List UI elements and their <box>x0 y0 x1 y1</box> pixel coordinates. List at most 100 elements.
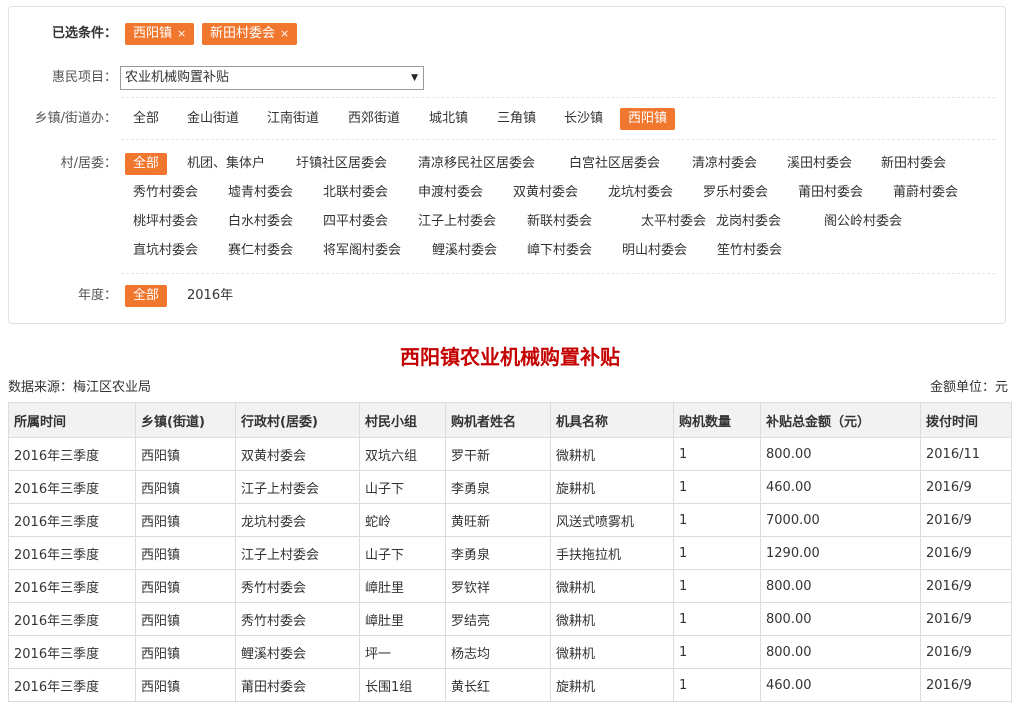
town-option[interactable]: 西阳镇 <box>620 108 676 130</box>
table-cell: 秀竹村委会 <box>235 569 360 603</box>
table-cell: 2016年三季度 <box>8 569 136 603</box>
table-cell: 2016/9 <box>920 536 1012 570</box>
table-row: 2016年三季度 西阳镇 莆田村委会 长围1组 黄长红 旋耕机 1 460.00 2016/9 <box>8 668 1012 702</box>
village-option[interactable]: 莆田村委会 <box>790 182 871 204</box>
town-option[interactable]: 西郊街道 <box>340 108 408 130</box>
table-cell: 西阳镇 <box>135 602 236 636</box>
village-option[interactable]: 新联村委会 <box>519 211 600 233</box>
village-option[interactable]: 江子上村委会 <box>410 211 504 233</box>
table-cell: 2016/9 <box>920 602 1012 636</box>
table-cell: 罗结亮 <box>445 602 551 636</box>
town-option[interactable]: 江南街道 <box>259 108 327 130</box>
village-option[interactable]: 双黄村委会 <box>505 182 586 204</box>
village-option[interactable]: 清凉村委会 <box>684 153 765 175</box>
table-body: 2016年三季度 西阳镇 双黄村委会 双坑六组 罗干新 微耕机 1 800.00 2016/11… <box>8 437 1012 702</box>
table-cell: 莆田村委会 <box>235 668 360 702</box>
village-option[interactable]: 嶂下村委会 <box>519 240 600 262</box>
divider <box>121 97 995 98</box>
table-cell: 800.00 <box>760 602 921 636</box>
village-option[interactable]: 龙岗村委会 <box>708 211 789 233</box>
table-cell: 1 <box>673 536 761 570</box>
town-option[interactable]: 金山街道 <box>179 108 247 130</box>
village-option[interactable]: 四平村委会 <box>315 211 396 233</box>
table-cell: 微耕机 <box>550 602 674 636</box>
village-option[interactable]: 圩镇社区居委会 <box>288 153 395 175</box>
table-cell: 李勇泉 <box>445 470 551 504</box>
village-option[interactable]: 北联村委会 <box>315 182 396 204</box>
table-row: 2016年三季度 西阳镇 秀竹村委会 嶂肚里 罗钦祥 微耕机 1 800.00 2016/9 <box>8 569 1012 603</box>
column-header: 购机者姓名 <box>445 402 551 438</box>
village-option[interactable]: 将军阁村委会 <box>315 240 409 262</box>
town-option[interactable]: 全部 <box>125 108 167 130</box>
table-cell: 山子下 <box>359 470 446 504</box>
amount-unit: 金额单位：元 <box>929 380 1008 395</box>
table-cell: 1 <box>673 470 761 504</box>
village-option[interactable]: 直坑村委会 <box>125 240 206 262</box>
table-cell: 山子下 <box>359 536 446 570</box>
town-option[interactable]: 长沙镇 <box>556 108 611 130</box>
village-option[interactable]: 新田村委会 <box>873 153 954 175</box>
table-header-row: 所属时间 乡镇(街道) 行政村(居委) 村民小组 购机者姓名 机具名称 购机数量 补贴总金额（… <box>8 402 1012 438</box>
year-option[interactable]: 2016年 <box>179 285 241 307</box>
village-option[interactable]: 溪田村委会 <box>779 153 860 175</box>
table-cell: 蛇岭 <box>359 503 446 537</box>
village-label: 村/居委： <box>60 156 117 171</box>
table-cell: 鲤溪村委会 <box>235 635 360 669</box>
village-option[interactable]: 白宫社区居委会 <box>561 153 668 175</box>
village-option[interactable]: 赛仁村委会 <box>220 240 301 262</box>
village-option[interactable]: 鲤溪村委会 <box>424 240 505 262</box>
chip-remove-icon[interactable]: × <box>177 27 186 40</box>
table-cell: 1 <box>673 503 761 537</box>
table-cell: 李勇泉 <box>445 536 551 570</box>
table-cell: 800.00 <box>760 635 921 669</box>
table-row: 2016年三季度 西阳镇 江子上村委会 山子下 李勇泉 旋耕机 1 460.00 2016/9 <box>8 470 1012 504</box>
town-option[interactable]: 三角镇 <box>489 108 544 130</box>
village-option[interactable]: 太平村委会 <box>633 211 714 233</box>
column-header: 村民小组 <box>359 402 446 438</box>
table-cell: 西阳镇 <box>135 470 236 504</box>
project-label: 惠民项目： <box>51 70 117 85</box>
selected-chip-town[interactable]: 西阳镇 × <box>125 23 195 45</box>
village-option[interactable]: 桃坪村委会 <box>125 211 206 233</box>
table-cell: 西阳镇 <box>135 668 236 702</box>
village-option[interactable]: 秀竹村委会 <box>125 182 206 204</box>
table-row: 2016年三季度 西阳镇 秀竹村委会 嶂肚里 罗结亮 微耕机 1 800.00 2016/9 <box>8 602 1012 636</box>
project-select[interactable]: 农业机械购置补贴 ▼ <box>120 66 424 90</box>
table-cell: 2016年三季度 <box>8 503 136 537</box>
village-option[interactable]: 莆蔚村委会 <box>885 182 966 204</box>
table-cell: 7000.00 <box>760 503 921 537</box>
filter-panel: 已选条件： 西阳镇 × 新田村委会 × 惠民项目： 农业机械购置补贴 ▼ 乡镇/街道… <box>8 6 1006 324</box>
village-option[interactable]: 申渡村委会 <box>410 182 491 204</box>
table-cell: 罗干新 <box>445 437 551 471</box>
column-header: 拨付时间 <box>920 402 1012 438</box>
table-cell: 黄长红 <box>445 668 551 702</box>
column-header: 补贴总金额（元） <box>760 402 921 438</box>
village-option[interactable]: 白水村委会 <box>220 211 301 233</box>
village-option[interactable]: 清凉移民社区居委会 <box>410 153 543 175</box>
table-cell: 1 <box>673 668 761 702</box>
village-option[interactable]: 明山村委会 <box>614 240 695 262</box>
table-cell: 西阳镇 <box>135 569 236 603</box>
table-cell: 1 <box>673 437 761 471</box>
village-option[interactable]: 罗乐村委会 <box>695 182 776 204</box>
village-option[interactable]: 墟青村委会 <box>220 182 301 204</box>
village-option[interactable]: 笙竹村委会 <box>709 240 790 262</box>
selected-chip-village[interactable]: 新田村委会 × <box>202 23 298 45</box>
project-select-value: 农业机械购置补贴 <box>125 70 230 85</box>
village-option[interactable]: 机团、集体户 <box>179 153 273 175</box>
table-cell: 2016/9 <box>920 503 1012 537</box>
table-cell: 2016年三季度 <box>8 437 136 471</box>
column-header: 所属时间 <box>8 402 136 438</box>
table-cell: 旋耕机 <box>550 470 674 504</box>
village-option[interactable]: 阁公岭村委会 <box>816 211 910 233</box>
table-cell: 2016/9 <box>920 569 1012 603</box>
table-cell: 2016年三季度 <box>8 470 136 504</box>
year-option[interactable]: 全部 <box>125 285 168 307</box>
divider <box>121 273 995 274</box>
town-option[interactable]: 城北镇 <box>421 108 476 130</box>
village-option[interactable]: 全部 <box>125 153 168 175</box>
village-option[interactable]: 龙坑村委会 <box>600 182 681 204</box>
chip-remove-icon[interactable]: × <box>280 27 289 40</box>
subsidy-table: 所属时间 乡镇(街道) 行政村(居委) 村民小组 购机者姓名 机具名称 购机数量 补贴总金额（… <box>8 402 1012 702</box>
column-header: 行政村(居委) <box>235 402 360 438</box>
